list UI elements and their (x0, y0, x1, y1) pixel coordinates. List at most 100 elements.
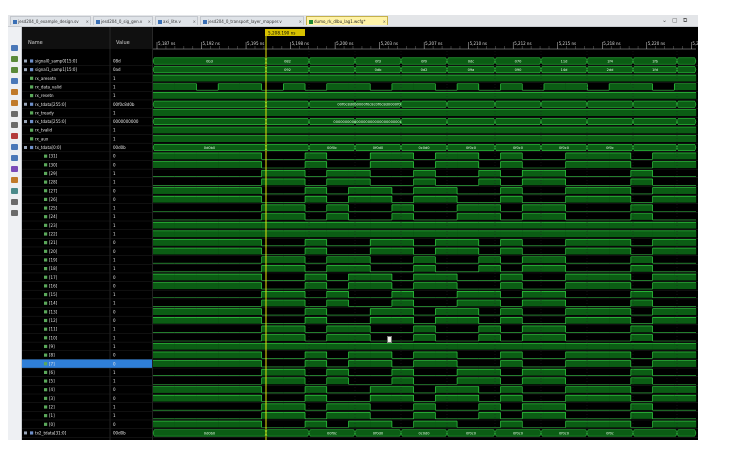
close-tab-icon[interactable]: × (383, 17, 386, 25)
bus-segment[interactable] (494, 100, 542, 108)
signal-name[interactable]: rx_tdata[255:0] (35, 119, 67, 124)
signal-row[interactable]: [30] 0 (22, 161, 698, 170)
next-marker-tool-icon[interactable] (11, 155, 18, 161)
signal-row[interactable]: signal1_samp1[15:0] 0ad 092 0db 0d2 09a 090 14d… (22, 66, 698, 75)
signal-name[interactable]: rx_tvalid (35, 128, 53, 133)
maximize-window-icon[interactable]: ⧉ (683, 15, 687, 26)
signal-row[interactable]: tx_tdata[0:0] 00d0b 0d0b0 00f0c 0f0d0 0c0d0 0f… (22, 144, 698, 153)
save-tool-icon[interactable] (11, 45, 18, 51)
signal-row[interactable]: [8] 0 (22, 351, 698, 360)
signal-row[interactable]: [0] 0 (22, 420, 698, 429)
signal-row[interactable]: [17] 0 (22, 273, 698, 282)
signal-name[interactable]: [23] (49, 223, 58, 228)
restore-window-icon[interactable]: ▢ (672, 15, 678, 26)
signal-name[interactable]: signal0_samp0[15:0] (35, 59, 77, 64)
bus-segment[interactable] (676, 66, 697, 74)
signal-name[interactable]: [3] (49, 396, 55, 401)
signal-row[interactable]: [21] 0 (22, 239, 698, 248)
bus-segment[interactable] (152, 66, 267, 74)
signal-name[interactable]: [28] (49, 180, 58, 185)
signal-row[interactable]: [20] 0 (22, 247, 698, 256)
expand-icon[interactable] (24, 102, 27, 106)
signal-row[interactable]: [13] 0 (22, 308, 698, 317)
signal-row[interactable]: [31] 0 (22, 152, 698, 161)
signal-name[interactable]: tx2_tdata[31:0] (35, 430, 67, 435)
signal-name[interactable]: [31] (49, 154, 58, 159)
signal-name[interactable]: [21] (49, 240, 58, 245)
bus-segment[interactable] (676, 57, 697, 65)
tab-2[interactable]: axi_lite.v × (155, 16, 198, 25)
signal-name[interactable]: [12] (49, 318, 58, 323)
bus-segment[interactable] (446, 100, 496, 108)
bus-segment[interactable] (540, 100, 588, 108)
signal-name[interactable]: [29] (49, 171, 58, 176)
settings-tool-icon[interactable] (11, 210, 18, 216)
bus-segment[interactable] (265, 118, 310, 125)
bus-segment[interactable] (265, 100, 310, 108)
waveform-canvas[interactable]: Name Value 5,187 ns 5,192 ns 5,195 ns 5,198 n… (22, 27, 698, 440)
signal-row[interactable]: signal0_samp0[15:0] 08d 0b3 082 0f3 0f0 0dc 070… (22, 57, 698, 66)
bus-segment[interactable] (308, 66, 356, 74)
signal-row[interactable]: [22] 1 (22, 230, 698, 239)
add-marker-tool-icon[interactable] (11, 133, 18, 139)
bus-segment[interactable] (632, 118, 678, 125)
signal-row[interactable]: [19] 1 (22, 256, 698, 265)
signal-name[interactable]: [2] (49, 405, 55, 410)
bus-segment[interactable] (586, 100, 634, 108)
signal-row[interactable]: rx_aux 1 (22, 135, 698, 144)
signal-row[interactable]: [15] 1 (22, 291, 698, 300)
signal-name[interactable]: tx_tdata[0:0] (35, 145, 62, 150)
expand-icon[interactable] (24, 120, 27, 124)
tab-0[interactable]: jesd204_0_example_design.sv × (10, 16, 91, 25)
go-to-start-tool-icon[interactable] (11, 89, 18, 95)
signal-name[interactable]: [17] (49, 275, 58, 280)
signal-row[interactable]: rx_aresetn 1 (22, 74, 698, 83)
signal-name[interactable]: rx_resetn (35, 93, 54, 98)
bus-segment[interactable] (676, 100, 697, 108)
expand-icon[interactable] (24, 431, 27, 435)
signal-name[interactable]: [20] (49, 249, 58, 254)
bus-segment[interactable] (676, 429, 697, 437)
expand-icon[interactable] (24, 59, 27, 63)
signal-row[interactable]: [26] 0 (22, 195, 698, 204)
bus-segment[interactable] (446, 118, 496, 125)
signal-row[interactable]: [9] 1 (22, 342, 698, 352)
bus-segment[interactable] (676, 144, 697, 151)
close-tab-icon[interactable]: × (299, 17, 302, 25)
bus-segment[interactable] (400, 100, 448, 108)
prev-marker-tool-icon[interactable] (11, 144, 18, 150)
bus-segment[interactable] (265, 144, 310, 151)
signal-row[interactable]: [3] 0 (22, 394, 698, 403)
time-ruler[interactable]: 5,187 ns 5,192 ns 5,195 ns 5,198 ns 5,200 ns… (153, 41, 698, 50)
close-tab-icon[interactable]: × (86, 17, 89, 25)
signal-name[interactable]: [25] (49, 206, 58, 211)
signal-name[interactable]: rx_aresetn (35, 76, 56, 81)
signal-row[interactable]: [14] 1 (22, 299, 698, 308)
signal-row[interactable]: [16] 0 (22, 282, 698, 291)
expand-icon[interactable] (24, 146, 27, 149)
signal-name[interactable]: [19] (49, 257, 58, 262)
signal-name[interactable]: [24] (49, 214, 58, 219)
signal-name[interactable]: [9] (49, 344, 55, 349)
bus-segment[interactable] (400, 118, 448, 125)
signal-row[interactable]: [25] 1 (22, 204, 698, 213)
signal-name[interactable]: [10] (49, 335, 58, 340)
signal-name[interactable]: [4] (49, 387, 55, 392)
signal-row[interactable]: rx_resetn 1 (22, 92, 698, 101)
signal-row[interactable]: [1] 1 (22, 412, 698, 421)
signal-row[interactable]: [6] 1 (22, 368, 698, 377)
signal-name[interactable]: [27] (49, 188, 58, 193)
next-edge-tool-icon[interactable] (11, 122, 18, 128)
signal-row[interactable]: rx_tdata[255:0] 00f0c8d0b 00f0c8d0b0000f0c… (22, 100, 698, 109)
signal-name[interactable]: rx_tready (35, 110, 54, 115)
signal-row[interactable]: [11] 1 (22, 325, 698, 334)
expand-icon[interactable] (24, 68, 27, 72)
swap-cursor-tool-icon[interactable] (11, 166, 18, 172)
signal-name[interactable]: [16] (49, 283, 58, 288)
bus-segment[interactable] (632, 100, 678, 108)
signal-name[interactable]: rx_tdata[255:0] (35, 102, 67, 107)
signal-name[interactable]: [18] (49, 266, 58, 271)
signal-row[interactable]: [18] 1 (22, 265, 698, 274)
value-column-header[interactable]: Value (116, 40, 130, 46)
signal-row[interactable]: rx_tdata[255:0] 0000000000 000000000000000… (22, 118, 698, 127)
